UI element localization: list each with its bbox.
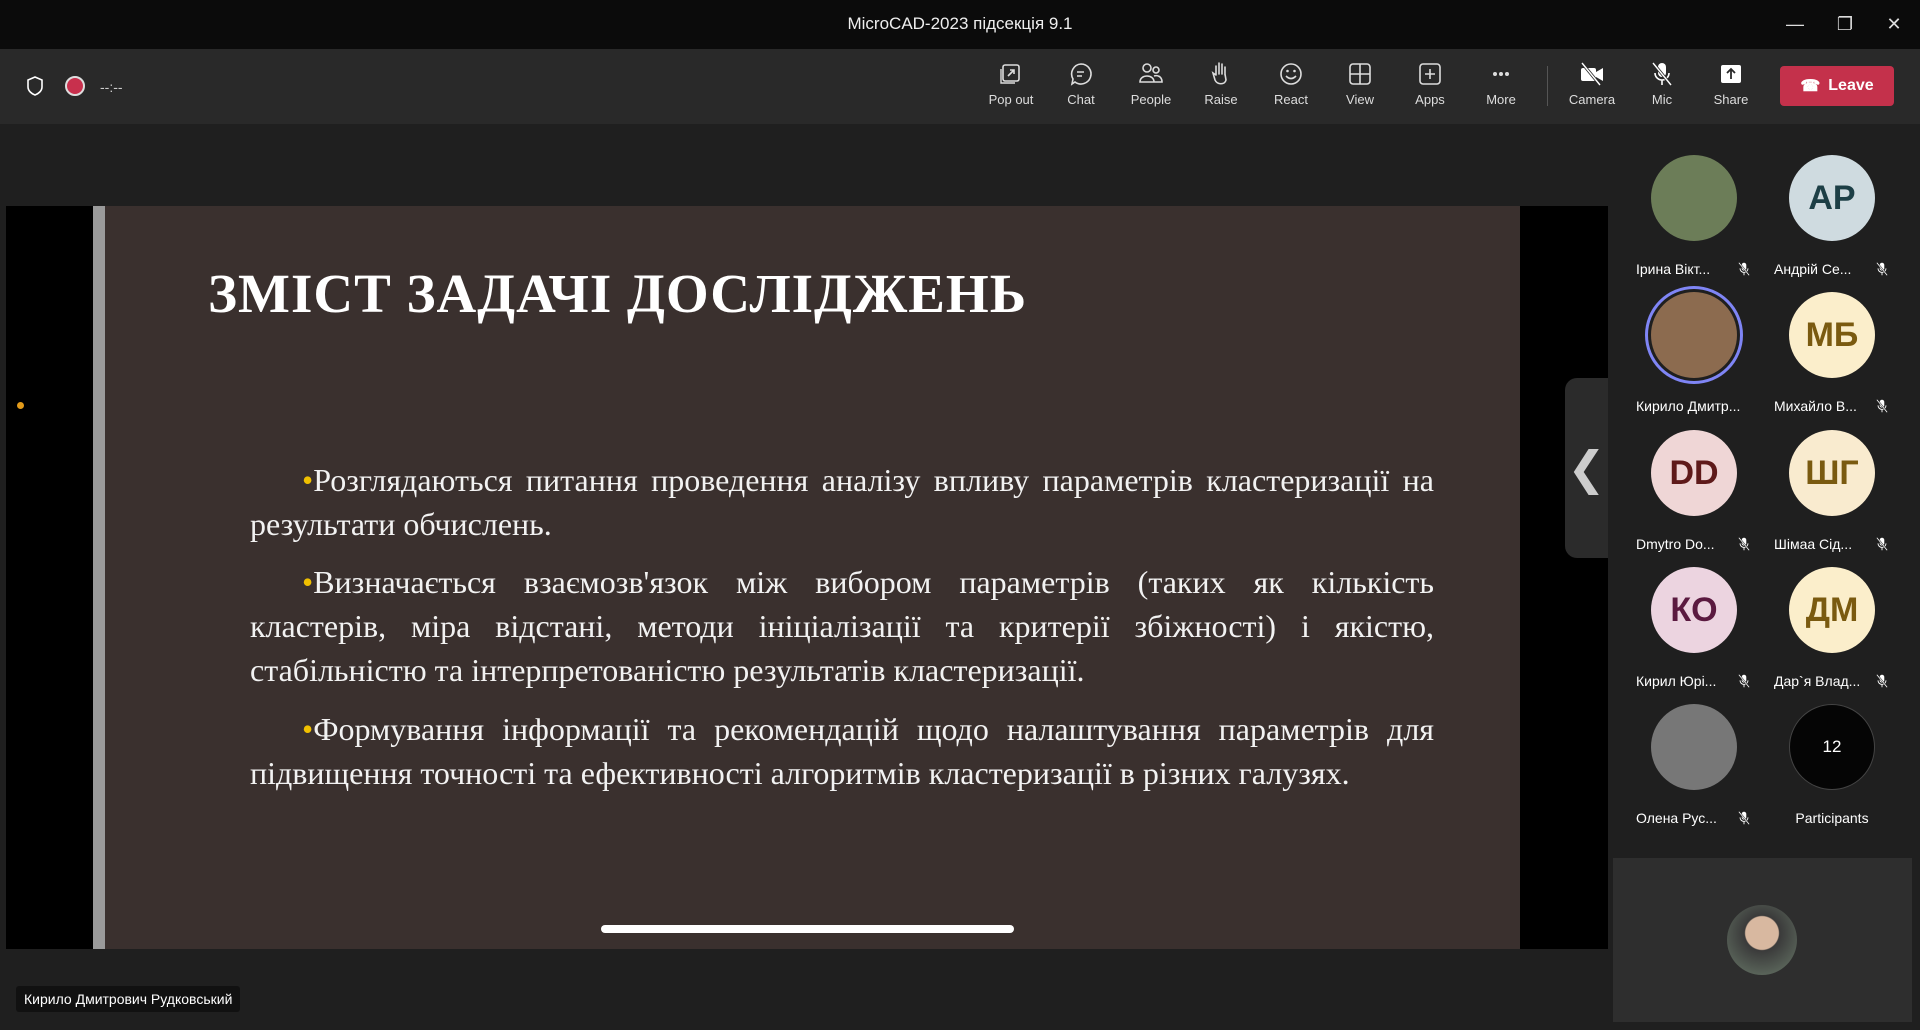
people-icon: [1139, 63, 1163, 83]
people-button[interactable]: People: [1116, 60, 1186, 118]
pointer-dot: [17, 402, 24, 409]
mic-muted-icon: [1876, 674, 1888, 688]
mic-muted-icon: [1876, 262, 1888, 276]
participant-name: Dmytro Do...: [1636, 536, 1715, 552]
slide-bullet: •Визначається взаємозв'язок між вибором …: [250, 564, 1434, 688]
chat-icon: [1070, 63, 1092, 86]
participant-avatar[interactable]: ШГ: [1789, 430, 1875, 516]
participant-name: Шімаа Сід...: [1774, 536, 1853, 552]
mic-muted-icon: [1738, 811, 1750, 825]
chat-button[interactable]: Chat: [1046, 60, 1116, 118]
participant-avatar[interactable]: [1651, 155, 1737, 241]
participant-avatar[interactable]: АР: [1789, 155, 1875, 241]
close-button[interactable]: ✕: [1879, 10, 1909, 38]
participant-name: Кирило Дмитр...: [1636, 398, 1741, 414]
view-button[interactable]: View: [1325, 60, 1395, 118]
share-button[interactable]: Share: [1696, 60, 1766, 118]
phone-hangup-icon: ☎: [1800, 78, 1821, 95]
self-avatar: [1727, 905, 1797, 975]
pop-out-icon: [1000, 64, 1020, 84]
pop-out-button[interactable]: Pop out: [976, 60, 1046, 118]
shield-icon[interactable]: [25, 75, 45, 97]
collapse-panel-button[interactable]: ❮: [1565, 378, 1608, 558]
participant-name: Кирил Юрі...: [1636, 673, 1717, 689]
participant-name: Дар`я Влад...: [1774, 673, 1861, 689]
slide-bullet: •Розглядаються питання проведення аналіз…: [250, 462, 1434, 542]
raise-hand-icon: [1211, 62, 1227, 85]
maximize-button[interactable]: ❐: [1830, 10, 1860, 38]
participant-name: Андрій Се...: [1774, 261, 1852, 277]
meeting-timer: --:--: [100, 79, 123, 95]
camera-off-icon: [1580, 62, 1603, 86]
leave-button[interactable]: ☎ Leave: [1780, 66, 1894, 106]
participants-label[interactable]: Participants: [1772, 810, 1892, 826]
slide-bullet: •Формування інформації та рекомендацій щ…: [250, 711, 1434, 791]
mic-muted-icon: [1738, 537, 1750, 551]
participant-avatar[interactable]: 12: [1789, 704, 1875, 790]
mic-muted-icon: [1738, 262, 1750, 276]
more-icon: [1493, 72, 1509, 76]
more-button[interactable]: More: [1466, 60, 1536, 118]
react-icon: [1280, 63, 1302, 85]
participant-avatar[interactable]: КО: [1651, 567, 1737, 653]
participant-avatar[interactable]: [1651, 292, 1737, 378]
view-icon: [1349, 63, 1371, 85]
slide-title: ЗМІСТ ЗАДАЧІ ДОСЛІДЖЕНЬ: [208, 263, 1028, 324]
share-icon: [1721, 65, 1741, 83]
participant-name: Ірина Вікт...: [1636, 261, 1711, 277]
self-view: [1613, 858, 1912, 1022]
recording-icon: [65, 76, 85, 96]
slide-side-bar: [93, 206, 105, 949]
apps-icon: [1419, 63, 1441, 85]
mic-button[interactable]: Mic: [1627, 60, 1697, 118]
scroll-bar[interactable]: [601, 925, 1014, 933]
mic-muted-icon: [1876, 537, 1888, 551]
mic-off-icon: [1651, 62, 1673, 86]
participant-name: Олена Рус...: [1636, 810, 1717, 826]
participant-avatar[interactable]: МБ: [1789, 292, 1875, 378]
toolbar-divider: [1547, 66, 1548, 106]
window-title: MicroCAD-2023 підсекція 9.1: [847, 14, 1073, 33]
react-button[interactable]: React: [1256, 60, 1326, 118]
apps-button[interactable]: Apps: [1395, 60, 1465, 118]
mic-muted-icon: [1738, 674, 1750, 688]
camera-button[interactable]: Camera: [1557, 60, 1627, 118]
speaker-name-label: Кирило Дмитрович Рудковський: [16, 986, 241, 1012]
participant-name: Михайло В...: [1774, 398, 1857, 414]
mic-muted-icon: [1876, 399, 1888, 413]
minimize-button[interactable]: —: [1780, 10, 1810, 38]
participant-avatar[interactable]: DD: [1651, 430, 1737, 516]
presentation-slide: ЗМІСТ ЗАДАЧІ ДОСЛІДЖЕНЬ •Розглядаються п…: [105, 206, 1520, 949]
participant-avatar[interactable]: ДМ: [1789, 567, 1875, 653]
participant-avatar[interactable]: [1651, 704, 1737, 790]
raise-button[interactable]: Raise: [1186, 60, 1256, 118]
